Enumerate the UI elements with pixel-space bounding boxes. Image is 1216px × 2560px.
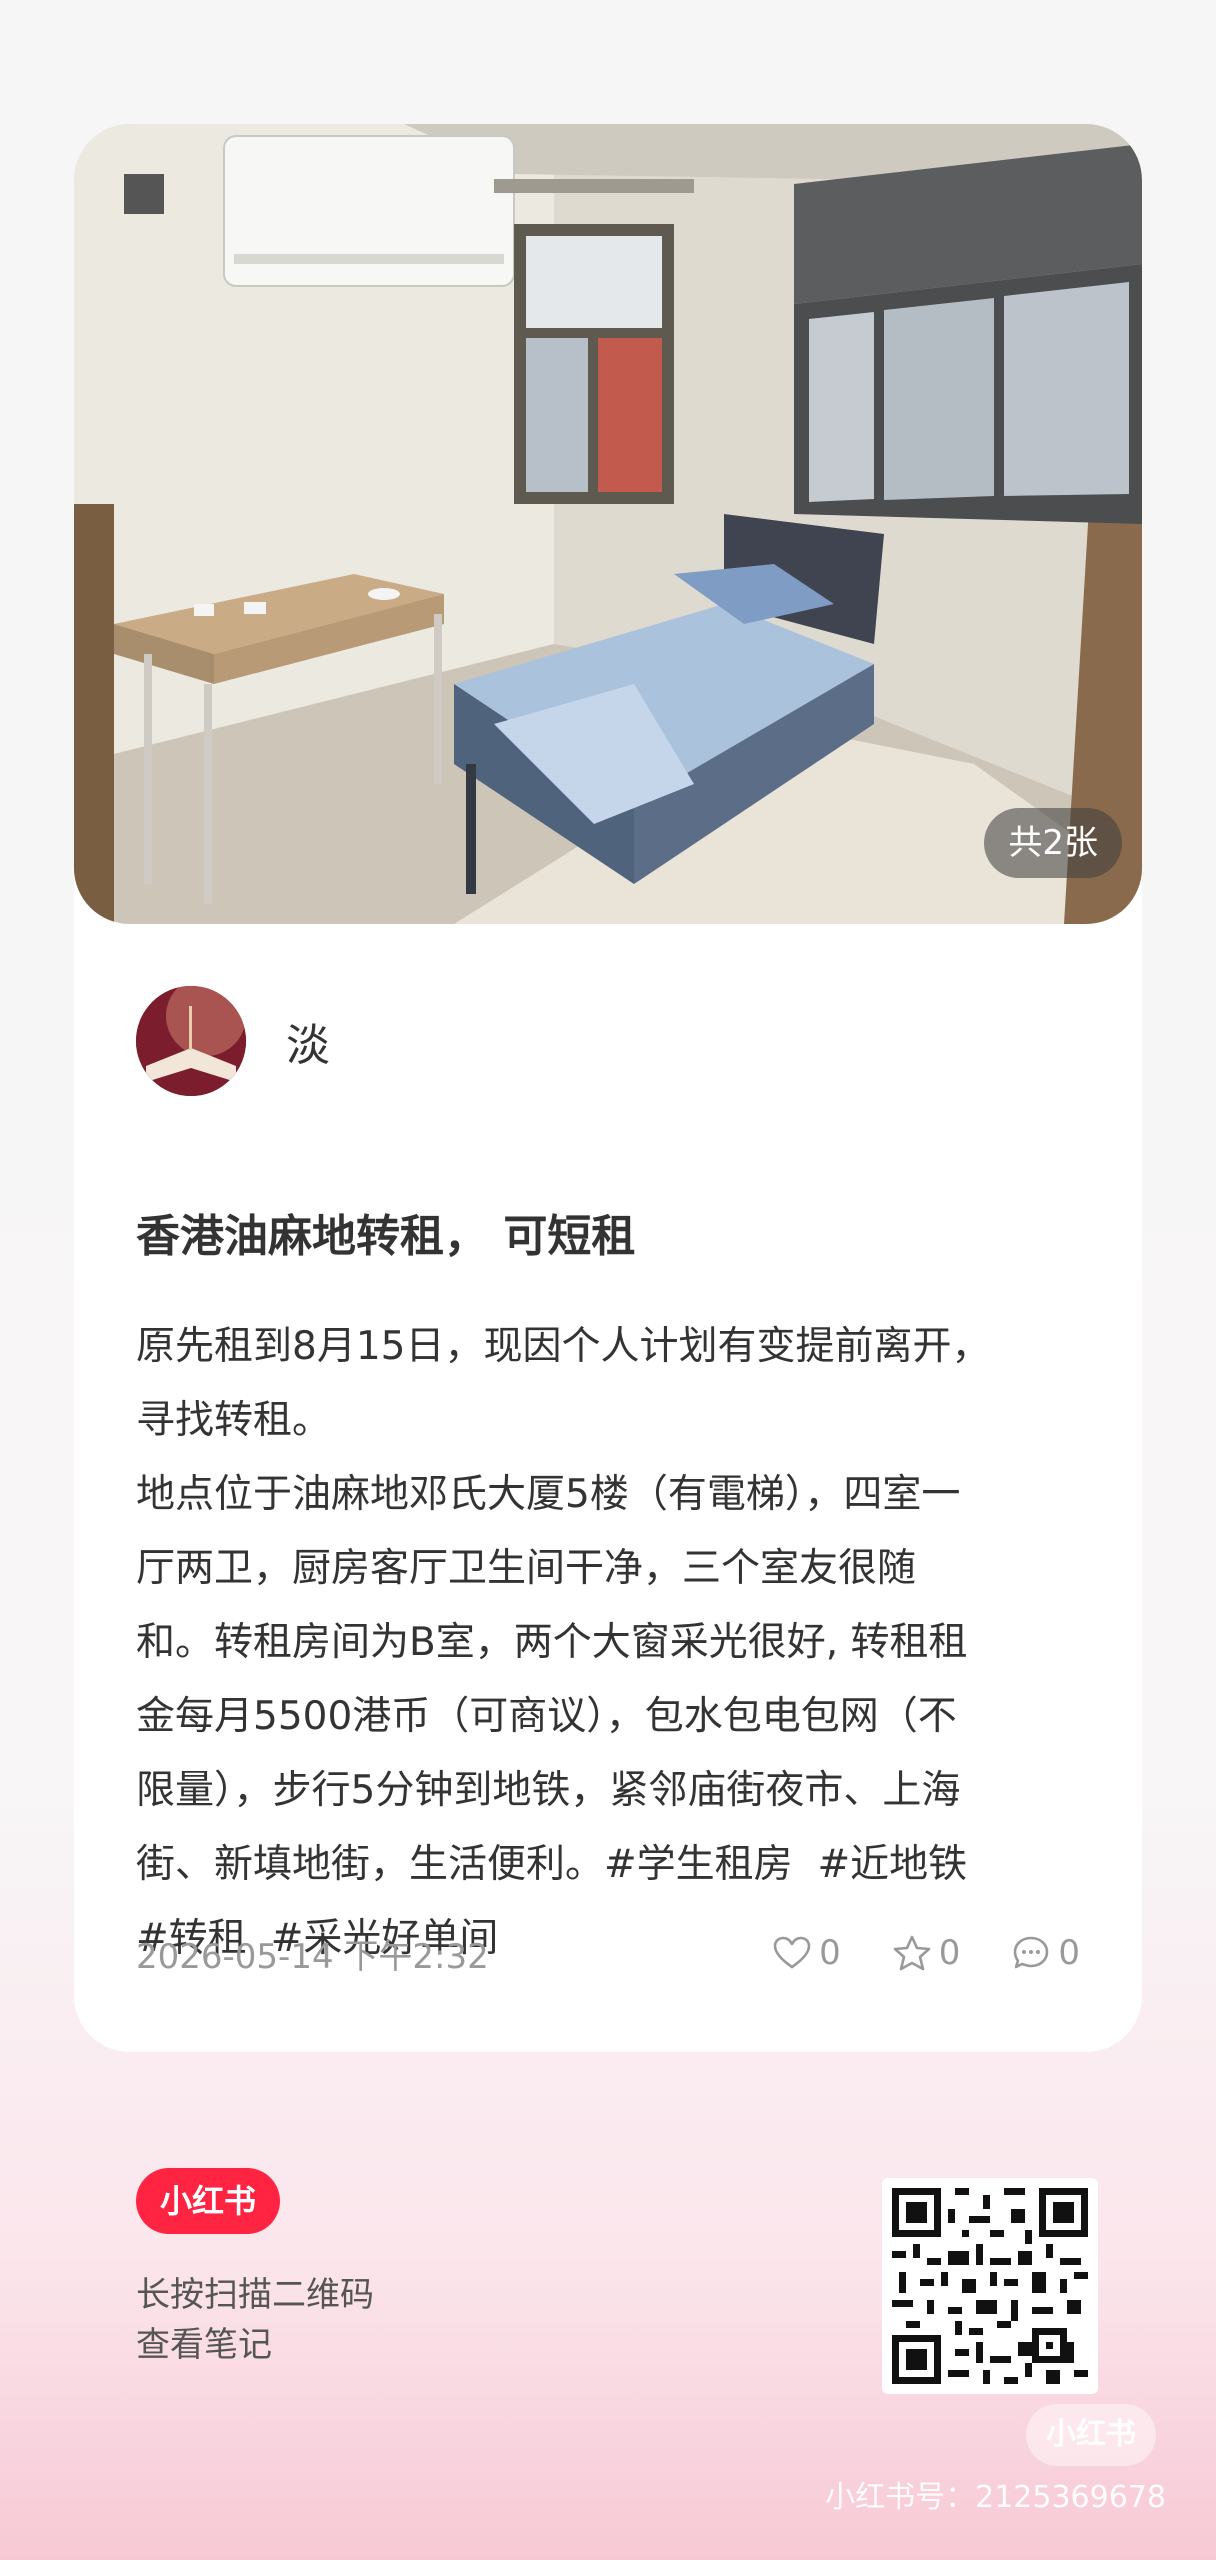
qr-code-pattern [892, 2188, 1088, 2384]
xiaohongshu-logo: 小红书 [136, 2168, 280, 2234]
scan-line-1: 长按扫描二维码 [136, 2275, 374, 2315]
room-photo[interactable]: 共2张 [74, 124, 1142, 924]
image-count-badge[interactable]: 共2张 [984, 808, 1122, 878]
post-meta-row: 2026-05-14 下午2:32 0 0 0 [136, 1928, 1080, 1978]
post-body-text: 原先租到8月15日，现因个人计划有变提前离开， 寻找转租。 地点位于油麻地邓氏大… [136, 1324, 991, 1887]
engagement-stats: 0 0 0 [721, 1933, 1080, 1973]
author-name[interactable]: 淡 [286, 1009, 330, 1073]
room-photo-illustration [74, 124, 1142, 924]
comment-icon [1014, 1936, 1049, 1969]
post-title: 香港油麻地转租， 可短租 [136, 1211, 636, 1262]
avatar[interactable] [136, 986, 246, 1096]
comment-stat[interactable]: 0 [1012, 1933, 1080, 1973]
star-icon [893, 1935, 931, 1971]
collect-count: 0 [938, 1933, 961, 1973]
author-row[interactable]: 淡 [136, 986, 330, 1096]
comment-count: 0 [1058, 1933, 1080, 1973]
note-card: 共2张 淡 香港油麻地转租， 可短租 原先租到8月15日，现因个人计划有变提前离… [74, 124, 1142, 2052]
watermark-account-id: 小红书号：2125369678 [825, 2480, 1166, 2515]
heart-icon [773, 1936, 811, 1969]
avatar-image [136, 986, 246, 1096]
post-body: 原先租到8月15日，现因个人计划有变提前离开， 寻找转租。 地点位于油麻地邓氏大… [136, 1310, 1086, 1976]
scan-instructions: 长按扫描二维码 查看笔记 [136, 2270, 374, 2370]
post-date: 2026-05-14 下午2:32 [136, 1936, 489, 1977]
like-stat[interactable]: 0 [773, 1933, 841, 1973]
like-count: 0 [819, 1933, 841, 1973]
qr-code[interactable] [882, 2178, 1098, 2394]
watermark-logo: 小红书 [1026, 2404, 1156, 2466]
collect-stat[interactable]: 0 [893, 1933, 961, 1973]
scan-line-2: 查看笔记 [136, 2325, 272, 2365]
